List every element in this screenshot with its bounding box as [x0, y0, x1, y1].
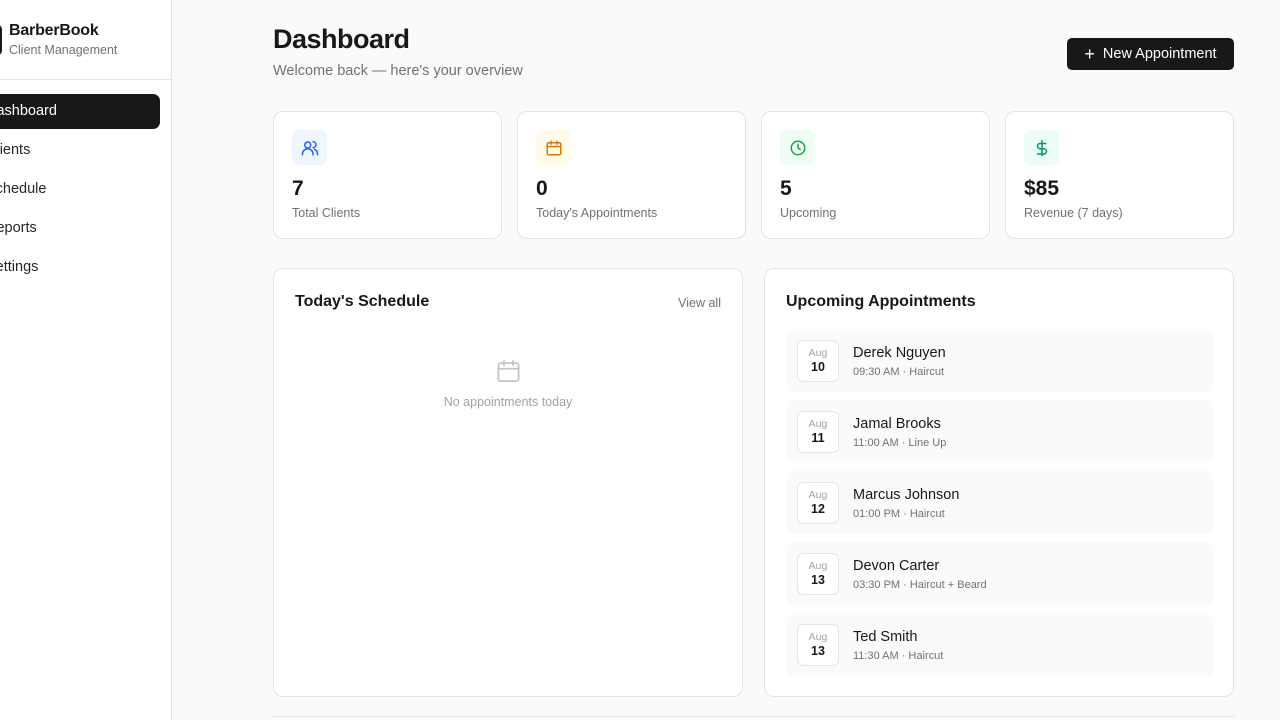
date-month: Aug: [808, 418, 828, 430]
next-section-edge: [273, 716, 1235, 720]
sidebar-item-label: Settings: [0, 259, 39, 275]
page-title: Dashboard: [273, 24, 410, 54]
brand-name: BarberBook: [9, 22, 99, 39]
sidebar-item-label: Schedule: [0, 181, 47, 197]
sidebar-item-dashboard[interactable]: Dashboard: [0, 94, 160, 129]
brand: BarberBook Client Management: [0, 0, 171, 80]
date-badge: Aug 10: [797, 340, 839, 382]
date-day: 12: [811, 502, 825, 516]
logo-icon: [0, 24, 2, 56]
list-item[interactable]: Aug 12 Marcus Johnson 01:00 PM · Haircut: [787, 471, 1213, 534]
plus-icon: +: [1084, 44, 1095, 64]
sidebar-item-clients[interactable]: Clients: [0, 133, 171, 168]
page-subtitle: Welcome back — here's your overview: [273, 63, 523, 79]
client-name: Marcus Johnson: [853, 487, 960, 503]
date-badge: Aug 13: [797, 553, 839, 595]
sidebar-item-label: Clients: [0, 142, 31, 158]
stat-label: Today's Appointments: [536, 206, 658, 220]
appointment-meta: 09:30 AM · Haircut: [853, 366, 945, 378]
date-month: Aug: [808, 347, 828, 359]
stat-value: 0: [536, 177, 548, 200]
stat-label: Revenue (7 days): [1024, 206, 1123, 220]
panel-title: Today's Schedule: [295, 293, 430, 310]
brand-subtitle: Client Management: [9, 43, 118, 57]
new-appointment-button[interactable]: + New Appointment: [1067, 38, 1234, 70]
appointment-meta: 11:30 AM · Haircut: [853, 650, 944, 662]
stat-card-total-clients: 7 Total Clients: [273, 111, 502, 239]
sidebar-item-settings[interactable]: Settings: [0, 250, 171, 285]
stat-value: 5: [780, 177, 792, 200]
appointment-list: Aug 10 Derek Nguyen 09:30 AM · Haircut A…: [787, 329, 1213, 684]
stat-label: Total Clients: [292, 206, 361, 220]
client-name: Ted Smith: [853, 629, 918, 645]
sidebar-item-schedule[interactable]: Schedule: [0, 172, 171, 207]
todays-schedule-panel: Today's Schedule View all No appointment…: [273, 268, 743, 697]
sidebar-item-label: Dashboard: [0, 103, 57, 119]
list-item[interactable]: Aug 13 Ted Smith 11:30 AM · Haircut: [787, 613, 1213, 676]
sidebar-nav: Dashboard Clients Schedule Reports Setti…: [0, 94, 171, 289]
clock-icon: [780, 130, 815, 165]
client-name: Devon Carter: [853, 558, 940, 574]
upcoming-appointments-panel: Upcoming Appointments Aug 10 Derek Nguye…: [764, 268, 1234, 697]
date-badge: Aug 11: [797, 411, 839, 453]
empty-state-text: No appointments today: [443, 395, 573, 409]
view-all-link[interactable]: View all: [678, 296, 721, 310]
stat-card-revenue: $85 Revenue (7 days): [1005, 111, 1234, 239]
stat-value: $85: [1024, 177, 1060, 200]
main-content: Dashboard Welcome back — here's your ove…: [172, 0, 1280, 720]
appointment-meta: 03:30 PM · Haircut + Beard: [853, 579, 987, 591]
stat-card-todays-appointments: 0 Today's Appointments: [517, 111, 746, 239]
new-appointment-label: New Appointment: [1102, 46, 1217, 62]
date-day: 11: [811, 431, 825, 445]
stat-card-upcoming: 5 Upcoming: [761, 111, 990, 239]
panel-title: Upcoming Appointments: [786, 293, 976, 310]
date-day: 13: [811, 644, 825, 658]
appointment-meta: 01:00 PM · Haircut: [853, 508, 945, 520]
sidebar-item-label: Reports: [0, 220, 37, 236]
date-day: 13: [811, 573, 825, 587]
dollar-icon: [1024, 130, 1059, 165]
calendar-icon: [536, 130, 571, 165]
list-item[interactable]: Aug 13 Devon Carter 03:30 PM · Haircut +…: [787, 542, 1213, 605]
list-item[interactable]: Aug 11 Jamal Brooks 11:00 AM · Line Up: [787, 400, 1213, 463]
date-day: 10: [811, 360, 825, 374]
users-icon: [292, 130, 327, 165]
client-name: Derek Nguyen: [853, 345, 946, 361]
sidebar: BarberBook Client Management Dashboard C…: [0, 0, 172, 720]
sidebar-item-reports[interactable]: Reports: [0, 211, 171, 246]
date-month: Aug: [808, 489, 828, 501]
date-badge: Aug 12: [797, 482, 839, 524]
stat-value: 7: [292, 177, 304, 200]
date-badge: Aug 13: [797, 624, 839, 666]
date-month: Aug: [808, 631, 828, 643]
stat-label: Upcoming: [780, 206, 837, 220]
list-item[interactable]: Aug 10 Derek Nguyen 09:30 AM · Haircut: [787, 329, 1213, 392]
appointment-meta: 11:00 AM · Line Up: [853, 437, 947, 449]
date-month: Aug: [808, 560, 828, 572]
calendar-icon: [495, 357, 522, 390]
client-name: Jamal Brooks: [853, 416, 941, 432]
